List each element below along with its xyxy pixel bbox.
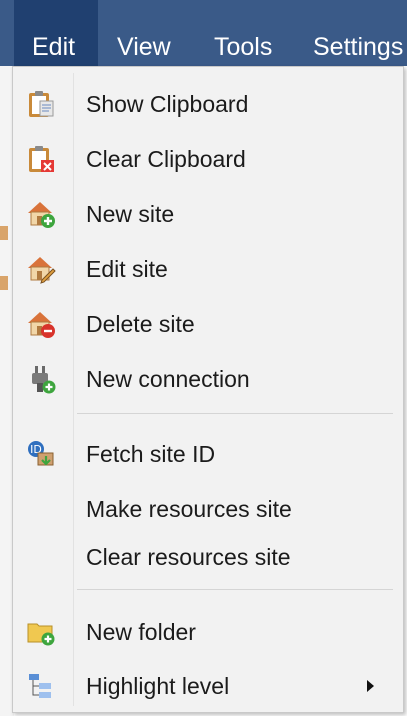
menu-item-delete-site[interactable]: Delete site xyxy=(16,299,400,349)
menu-bar: Edit View Tools Settings xyxy=(0,0,407,66)
menu-item-label: Clear Clipboard xyxy=(86,146,246,172)
clipboard-clear-icon xyxy=(26,144,56,174)
house-edit-icon xyxy=(26,254,56,284)
submenu-arrow-icon xyxy=(367,680,374,692)
menu-item-edit-site[interactable]: Edit site xyxy=(16,244,400,294)
menu-item-label: Highlight level xyxy=(86,673,230,699)
menu-item-label: Clear resources site xyxy=(86,544,291,570)
menu-separator xyxy=(77,589,393,590)
menu-item-show-clipboard[interactable]: Show Clipboard xyxy=(16,79,400,129)
menu-item-new-site[interactable]: New site xyxy=(16,189,400,239)
menu-tools[interactable]: Tools xyxy=(214,0,272,66)
menu-item-highlight-level[interactable]: Highlight level xyxy=(16,661,400,711)
menu-view[interactable]: View xyxy=(117,0,171,66)
menu-item-label: New connection xyxy=(86,366,250,392)
house-delete-icon xyxy=(26,309,56,339)
hierarchy-icon xyxy=(26,671,56,701)
fetch-id-icon: ID xyxy=(26,439,56,469)
menu-settings[interactable]: Settings xyxy=(313,0,403,66)
menu-item-label: Make resources site xyxy=(86,496,292,522)
menu-item-new-connection[interactable]: New connection xyxy=(16,354,400,404)
house-add-icon xyxy=(26,199,56,229)
menu-edit[interactable]: Edit xyxy=(14,0,98,66)
menu-item-label: Delete site xyxy=(86,311,195,337)
backdrop-icon-fragment xyxy=(0,226,8,240)
folder-add-icon xyxy=(26,617,56,647)
menu-item-make-resources-site[interactable]: Make resources site xyxy=(16,484,400,534)
plug-add-icon xyxy=(26,364,56,394)
menu-item-clear-resources-site[interactable]: Clear resources site xyxy=(16,532,400,582)
menu-item-label: Show Clipboard xyxy=(86,91,249,117)
menu-separator xyxy=(77,413,393,414)
menu-item-fetch-site-id[interactable]: ID Fetch site ID xyxy=(16,429,400,479)
edit-dropdown-menu: Show Clipboard Clear Clipboard New site … xyxy=(12,66,404,713)
menu-item-clear-clipboard[interactable]: Clear Clipboard xyxy=(16,134,400,184)
menu-item-label: New folder xyxy=(86,619,196,645)
menu-item-label: New site xyxy=(86,201,175,227)
menu-item-label: Fetch site ID xyxy=(86,441,216,467)
menu-item-label: Edit site xyxy=(86,256,168,282)
backdrop-icon-fragment xyxy=(0,276,8,290)
menu-item-new-folder[interactable]: New folder xyxy=(16,607,400,657)
clipboard-icon xyxy=(26,89,56,119)
